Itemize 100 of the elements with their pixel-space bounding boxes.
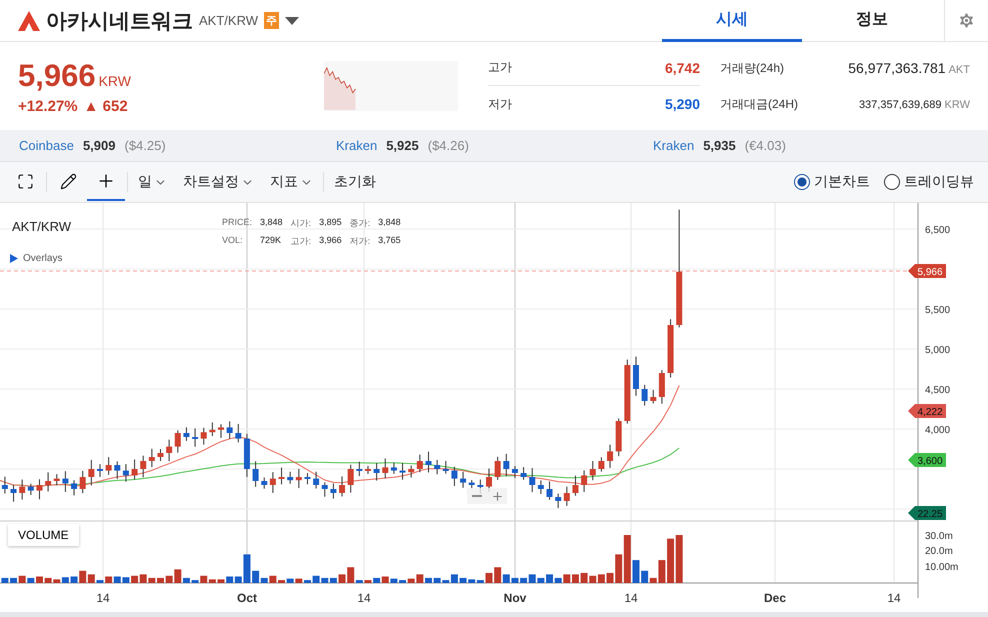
- candlestick: [62, 470, 68, 492]
- candlestick: [512, 466, 518, 479]
- pair-label: AKT/KRW: [199, 13, 258, 28]
- candlestick: [252, 460, 259, 488]
- candlestick: [270, 472, 276, 494]
- candlestick: [322, 482, 328, 498]
- candlestick: [348, 464, 354, 494]
- candlestick: [71, 480, 78, 496]
- candlestick: [400, 462, 406, 480]
- candlestick: [122, 464, 129, 482]
- x-axis-label: 14: [887, 591, 901, 605]
- legend-label: 고가:: [290, 235, 312, 248]
- plus-icon: [490, 490, 504, 502]
- candlestick: [546, 480, 553, 500]
- dropdown-menu[interactable]: 일: [130, 173, 175, 191]
- candlestick: [218, 424, 224, 438]
- candlestick: [158, 448, 164, 462]
- stat-unit: KRW: [944, 99, 970, 111]
- reset-button[interactable]: 초기화: [326, 173, 384, 191]
- candlestick: [356, 461, 362, 477]
- candlestick: [261, 476, 268, 490]
- price-tag: 4,222: [908, 404, 946, 418]
- candlestick: [564, 486, 570, 506]
- candlestick: [174, 430, 181, 454]
- candlestick: [434, 459, 440, 475]
- candlestick: [590, 460, 596, 481]
- candlestick: [374, 462, 380, 482]
- tab[interactable]: 시세: [662, 0, 802, 42]
- legend-value: 3,966: [319, 235, 342, 247]
- y-axis-label: 5,000: [925, 345, 950, 356]
- candlestick: [658, 370, 665, 404]
- candlestick: [313, 471, 320, 490]
- stat-unit: AKT: [948, 64, 970, 76]
- candlestick: [390, 462, 397, 474]
- fullscreen-icon: [16, 172, 34, 190]
- candlestick: [494, 456, 501, 480]
- tab[interactable]: 정보: [802, 0, 942, 42]
- candlestick: [304, 472, 310, 485]
- candlestick: [650, 389, 656, 404]
- stat-label: 고가: [488, 59, 512, 76]
- y-axis-label: 4,000: [925, 425, 950, 436]
- candlestick: [132, 458, 138, 480]
- candlestick: [520, 466, 527, 480]
- candlestick: [244, 433, 250, 478]
- candlestick: [408, 465, 414, 478]
- volume-label[interactable]: VOLUME: [8, 524, 79, 546]
- dropdown-menu[interactable]: 지표: [262, 173, 321, 191]
- current-price: 5,966: [18, 58, 96, 92]
- candlestick: [555, 493, 562, 509]
- candlestick: [451, 466, 458, 486]
- overlays-toggle[interactable]: Overlays: [10, 253, 62, 264]
- candlestick: [209, 422, 216, 437]
- candlestick: [416, 454, 423, 473]
- exchange-fiat-price: ($4.26): [428, 138, 469, 153]
- legend-label: 종가:: [350, 217, 370, 230]
- candlestick: [642, 384, 648, 406]
- x-axis-label: Nov: [504, 591, 526, 605]
- candlestick: [2, 476, 8, 494]
- exchange-fiat-price: ($4.25): [124, 138, 166, 153]
- exchange-link[interactable]: Kraken: [653, 138, 694, 153]
- candlestick: [616, 418, 622, 457]
- x-axis-label: Dec: [764, 591, 786, 605]
- candlestick: [200, 427, 207, 446]
- exchange-link[interactable]: Coinbase: [19, 138, 74, 153]
- candlestick: [529, 468, 536, 493]
- volume-axis-label: 20.0m: [925, 546, 953, 557]
- minus-icon: [472, 495, 482, 497]
- volume-axis-label: 30.0m: [925, 531, 953, 542]
- volume-bar: [1, 578, 8, 583]
- price-tag: 3,600: [908, 453, 946, 467]
- dropdown-menu[interactable]: 차트설정: [175, 173, 262, 191]
- candlestick: [624, 359, 630, 424]
- legend-value: 3,848: [378, 217, 401, 229]
- coin-title: 아카시네트워크: [46, 8, 193, 34]
- candlestick: [330, 482, 336, 500]
- view-radio[interactable]: 트레이딩뷰: [884, 173, 974, 191]
- legend-label: 저가:: [350, 235, 370, 248]
- candlestick: [382, 458, 388, 479]
- x-axis-label: 14: [96, 591, 110, 605]
- caret-icon[interactable]: [285, 16, 299, 24]
- exchange-link[interactable]: Kraken: [336, 138, 378, 153]
- legend-label: 시가:: [290, 217, 312, 230]
- exchange-price: 5,935: [703, 138, 736, 153]
- x-axis-label: 14: [357, 591, 371, 605]
- candlestick: [296, 468, 302, 489]
- view-radio[interactable]: 기본차트: [794, 173, 870, 191]
- stat-value: 6,742: [664, 60, 700, 76]
- candlestick: [80, 470, 86, 494]
- candlestick: [442, 460, 449, 474]
- y-axis-label: 6,500: [925, 225, 950, 236]
- logo-icon: [18, 10, 40, 30]
- candlestick: [235, 423, 242, 443]
- candlestick: [598, 456, 604, 472]
- price-tag: 5,966: [908, 264, 946, 278]
- volume-bar: [486, 572, 492, 583]
- legend-label: VOL:: [222, 235, 244, 247]
- candlestick: [96, 464, 103, 478]
- candlestick: [192, 428, 198, 448]
- candlestick: [28, 483, 34, 496]
- candlestick: [36, 478, 42, 500]
